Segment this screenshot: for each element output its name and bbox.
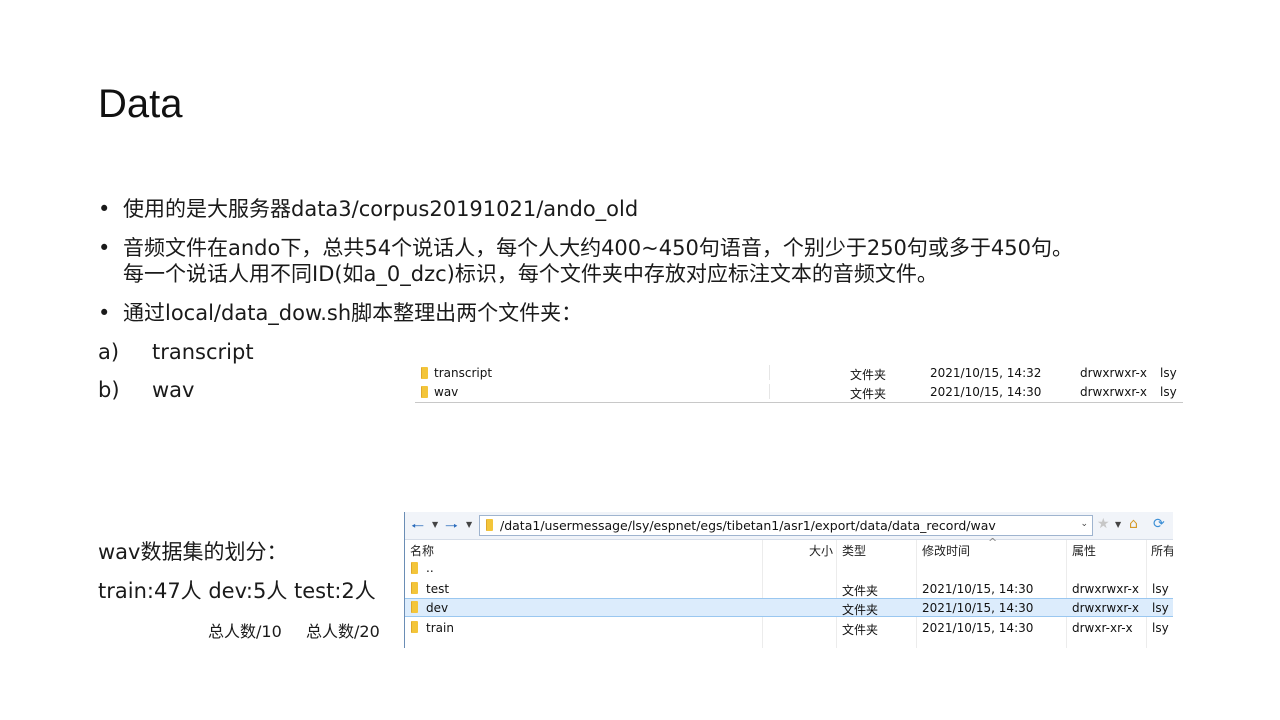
folder-icon [411,621,418,633]
star-icon[interactable]: ★ [1097,516,1110,532]
file-permissions: drwxrwxr-x [1080,366,1147,380]
bullet-text: 通过local/data_dow.sh脚本整理出两个文件夹： [123,301,583,325]
address-path: /data1/usermessage/lsy/espnet/egs/tibeta… [500,518,996,533]
folder-icon [411,582,418,594]
folder-icon [411,601,418,613]
bullet-marker: • [98,301,111,325]
file-type: 文件夹 [842,623,879,637]
bullet-marker: • [98,197,111,221]
list-item[interactable]: transcript 文件夹 2021/10/15, 14:32 drwxrwx… [415,363,1183,382]
file-type: 文件夹 [842,603,879,617]
column-divider [769,365,770,380]
file-owner: lsy [1160,385,1177,399]
column-header-size[interactable]: 大小 [809,542,833,559]
file-owner: lsy [1152,621,1169,635]
column-header-attributes[interactable]: 属性 [1072,542,1096,559]
split-heading: wav数据集的划分： [98,540,288,564]
folder-icon [421,367,428,379]
file-modified: 2021/10/15, 14:30 [922,601,1034,615]
file-modified: 2021/10/15, 14:30 [922,621,1034,635]
file-name: .. [426,561,434,575]
sub-item-marker: b) [98,378,120,402]
chevron-down-icon[interactable]: ▼ [1115,520,1121,529]
file-owner: lsy [1160,366,1177,380]
file-modified: 2021/10/15, 14:32 [930,366,1042,380]
test-ratio-note: 总人数/20 [306,622,380,641]
table-row-selected[interactable]: dev 文件夹 2021/10/15, 14:30 drwxrwxr-x lsy [405,598,1173,617]
file-name: train [426,621,454,635]
bullet-marker: • [98,236,111,260]
column-header-name[interactable]: 名称 [410,542,434,559]
file-permissions: drwxrwxr-x [1072,582,1139,596]
bullet-text: 使用的是大服务器data3/corpus20191021/ando_old [123,197,639,221]
file-name: wav [434,385,459,399]
parent-directory-row[interactable]: .. [405,560,1173,579]
column-header-row: 名称 大小 类型 修改时间 ^ 属性 所有 [405,536,1173,560]
file-type: 文件夹 [850,387,887,401]
chevron-down-icon[interactable]: ▼ [432,520,438,529]
refresh-icon[interactable]: ⟳ [1153,516,1165,532]
sub-item-text: wav [152,378,195,402]
table-row[interactable]: train 文件夹 2021/10/15, 14:30 drwxr-xr-x l… [405,618,1173,637]
back-icon[interactable]: 🠐 [411,516,424,541]
bullet-text: 音频文件在ando下，总共54个说话人，每个人大约400~450句语音，个别少于… [123,236,1074,260]
list-item[interactable]: wav 文件夹 2021/10/15, 14:30 drwxrwxr-x lsy [415,382,1183,401]
chevron-down-icon[interactable]: ⌄ [1080,519,1088,529]
file-type: 文件夹 [850,368,887,382]
file-owner: lsy [1152,601,1169,615]
column-header-modified[interactable]: 修改时间 [922,542,970,559]
folder-icon [411,562,418,574]
dev-ratio-note: 总人数/10 [208,622,282,641]
split-counts: train:47人 dev:5人 test:2人 [98,579,376,603]
slide-title: Data [98,82,183,126]
sub-item-text: transcript [152,340,254,364]
column-divider [769,384,770,399]
file-permissions: drwxrwxr-x [1072,601,1139,615]
file-owner: lsy [1152,582,1169,596]
sort-ascending-icon: ^ [988,536,998,549]
explorer-toolbar: 🠐 ▼ 🠒 ▼ /data1/usermessage/lsy/espnet/eg… [405,512,1173,540]
column-header-owner[interactable]: 所有 [1151,542,1173,559]
file-name: dev [426,601,449,615]
folder-icon [421,386,428,398]
file-name: transcript [434,366,493,380]
file-type: 文件夹 [842,584,879,598]
file-permissions: drwxr-xr-x [1072,621,1133,635]
file-permissions: drwxrwxr-x [1080,385,1147,399]
column-header-type[interactable]: 类型 [842,542,866,559]
forward-icon[interactable]: 🠒 [445,516,458,541]
file-name: test [426,582,450,596]
home-icon[interactable]: ⌂ [1129,516,1138,532]
file-explorer-screenshot: 🠐 ▼ 🠒 ▼ /data1/usermessage/lsy/espnet/eg… [404,512,1173,648]
table-row[interactable]: test 文件夹 2021/10/15, 14:30 drwxrwxr-x ls… [405,579,1173,598]
file-modified: 2021/10/15, 14:30 [930,385,1042,399]
file-modified: 2021/10/15, 14:30 [922,582,1034,596]
folder-listing-screenshot: transcript 文件夹 2021/10/15, 14:32 drwxrwx… [415,362,1183,403]
address-bar[interactable]: /data1/usermessage/lsy/espnet/egs/tibeta… [479,515,1093,536]
sub-item-marker: a) [98,340,120,364]
chevron-down-icon[interactable]: ▼ [466,520,472,529]
bullet-text-continued: 每一个说话人用不同ID(如a_0_dzc)标识，每个文件夹中存放对应标注文本的音… [123,262,938,286]
folder-icon [486,519,493,531]
